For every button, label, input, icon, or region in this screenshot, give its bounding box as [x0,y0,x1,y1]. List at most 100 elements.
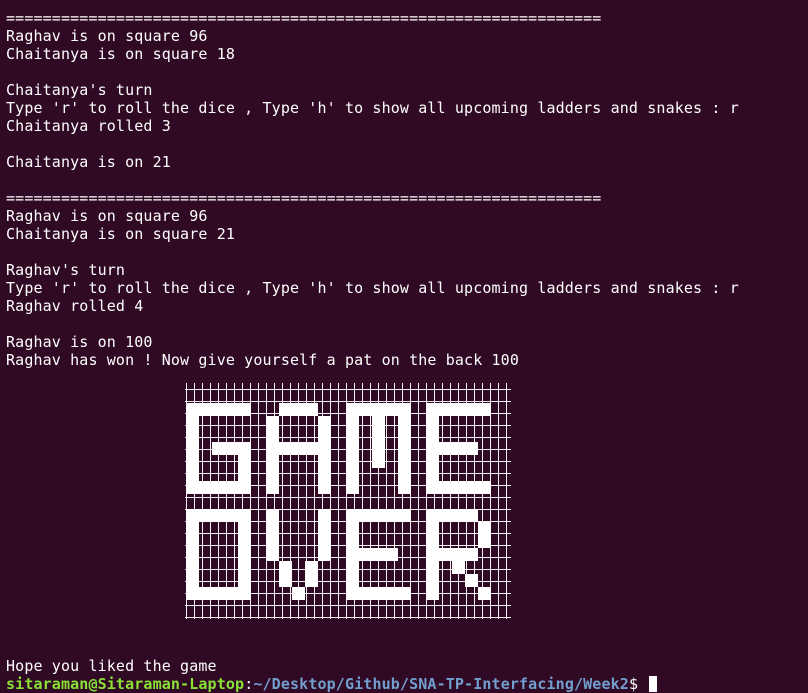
banner-pixel [452,548,465,561]
output-line: Chaitanya's turn [6,81,153,99]
banner-pixel [385,509,398,522]
separator-line: ========================================… [6,9,602,27]
banner-pixel [238,481,251,494]
banner-pixel [186,535,199,548]
banner-pixel [372,403,385,416]
banner-pixel [279,561,292,574]
prompt-user-host: sitaraman@Sitaraman-Laptop [6,675,245,693]
banner-pixel [478,535,491,548]
banner-pixel [279,574,292,587]
banner-pixel [238,535,251,548]
input-prompt-line: Type 'r' to roll the dice , Type 'h' to … [6,99,739,117]
banner-pixel [318,416,331,429]
banner-pixel [186,455,199,468]
banner-pixel [385,403,398,416]
output-line: Raghav's turn [6,261,126,279]
shell-prompt[interactable]: sitaraman@Sitaraman-Laptop:~/Desktop/Git… [6,675,658,693]
banner-pixel [426,403,439,416]
output-line: Chaitanya is on 21 [6,153,171,171]
banner-pixel [318,509,331,522]
banner-pixel [266,468,279,481]
banner-pixel [238,548,251,561]
banner-pixel [372,416,385,429]
banner-pixel [426,574,439,587]
banner-pixel [186,522,199,535]
prompt-symbol: $ [628,675,648,693]
banner-pixel [372,548,385,561]
banner-pixel [199,481,212,494]
banner-pixel [452,403,465,416]
banner-pixel [346,416,359,429]
banner-pixel [359,509,372,522]
banner-pixel [318,481,331,494]
banner-pixel [465,442,478,455]
banner-pixel [426,561,439,574]
banner-pixel [398,442,411,455]
banner-pixel [318,455,331,468]
banner-pixel [266,535,279,548]
banner-pixel [266,429,279,442]
banner-pixel [199,587,212,600]
banner-pixel [318,522,331,535]
terminal-window[interactable]: ========================================… [0,0,808,693]
banner-pixel [346,429,359,442]
banner-pixel [305,442,318,455]
banner-pixel [266,481,279,494]
banner-pixel [478,403,491,416]
banner-pixel [238,522,251,535]
banner-pixel [266,455,279,468]
banner-pixel [426,416,439,429]
banner-pixel [186,509,199,522]
banner-pixel [385,548,398,561]
banner-pixel [199,403,212,416]
banner-pixel [426,535,439,548]
banner-pixel [439,403,452,416]
banner-pixel [266,416,279,429]
banner-pixel [186,429,199,442]
banner-pixel [318,468,331,481]
banner-pixel [346,522,359,535]
banner-pixel [346,468,359,481]
banner-pixel [426,468,439,481]
banner-pixel [266,509,279,522]
banner-pixel [398,509,411,522]
banner-pixel [292,403,305,416]
banner-pixel [398,481,411,494]
banner-pixel [359,548,372,561]
banner-pixel [478,481,491,494]
banner-pixel [426,548,439,561]
banner-pixel [346,535,359,548]
banner-pixel [372,455,385,468]
banner-pixel [186,468,199,481]
banner-pixel [212,587,225,600]
banner-pixel [372,442,385,455]
banner-pixel [426,481,439,494]
banner-pixel [279,442,292,455]
separator-line: ========================================… [6,189,602,207]
banner-pixel [426,522,439,535]
banner-pixel [266,522,279,535]
output-line: Raghav is on 100 [6,333,153,351]
output-line: Raghav is on square 96 [6,27,208,45]
banner-pixel [186,587,199,600]
banner-pixel [186,403,199,416]
input-prompt-line: Type 'r' to roll the dice , Type 'h' to … [6,279,739,297]
banner-pixel [225,403,238,416]
banner-pixel [212,403,225,416]
banner-pixel [426,587,439,600]
banner-pixel [212,509,225,522]
banner-pixel [346,403,359,416]
banner-pixel [292,587,305,600]
banner-pixel [452,481,465,494]
banner-pixel [238,574,251,587]
banner-pixel [398,403,411,416]
banner-pixel [452,442,465,455]
game-over-ascii-art [185,383,511,619]
banner-pixel [305,403,318,416]
banner-pixel [439,548,452,561]
prompt-separator: : [244,675,254,693]
banner-pixel [292,442,305,455]
banner-pixel [266,442,279,455]
banner-pixel [478,522,491,535]
banner-pixel [359,587,372,600]
